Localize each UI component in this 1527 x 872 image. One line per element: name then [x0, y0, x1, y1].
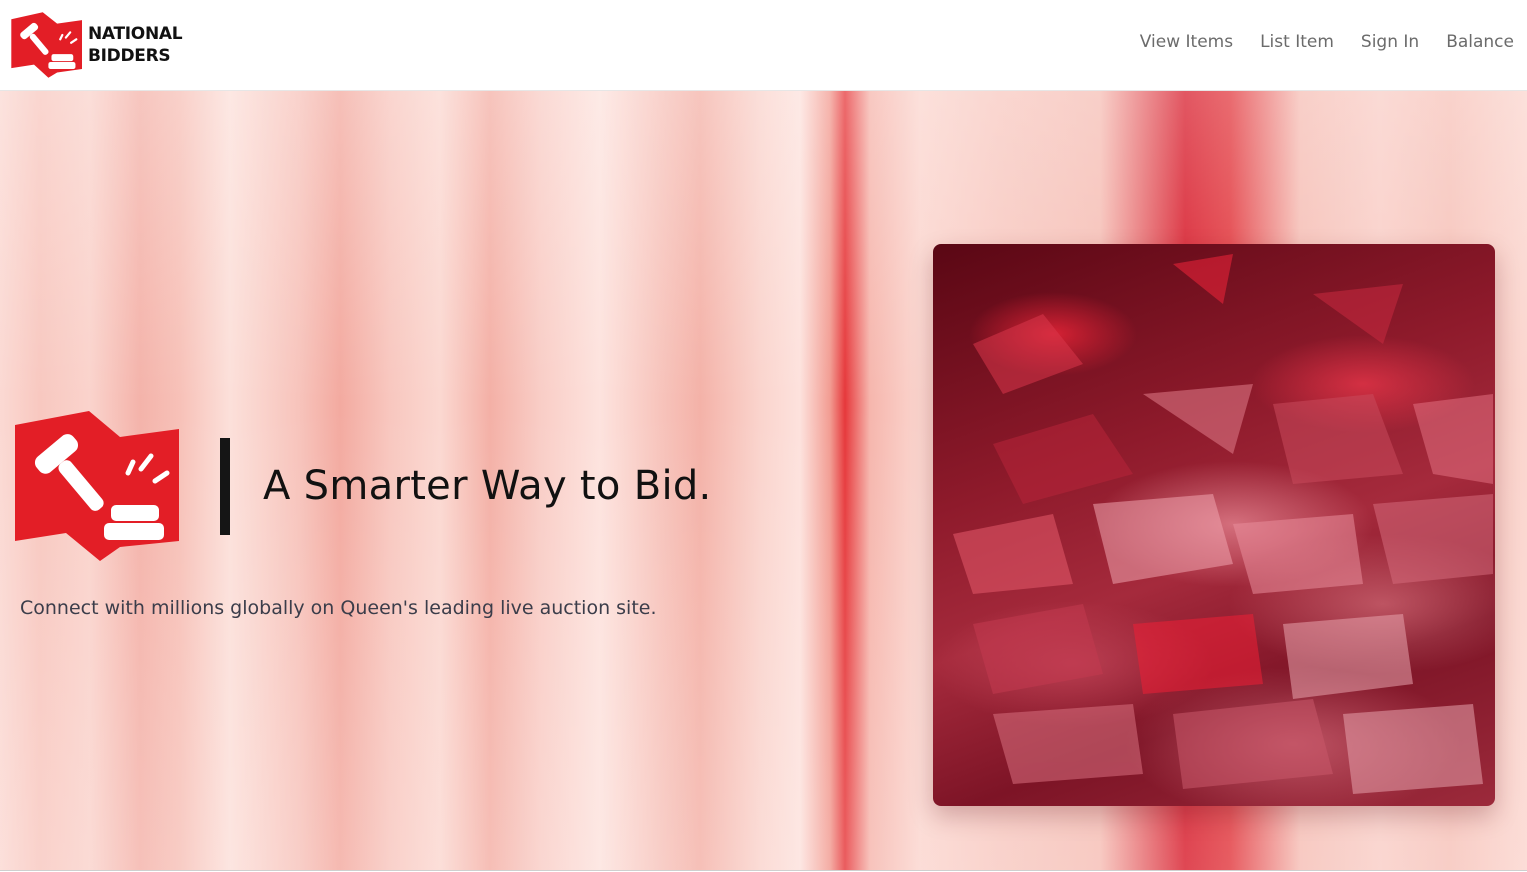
gavel-icon — [15, 411, 179, 561]
brand-name-line2: BIDDERS — [88, 46, 171, 66]
nav-list-item[interactable]: List Item — [1260, 32, 1334, 52]
hero-section: A Smarter Way to Bid. Connect with milli… — [0, 91, 1527, 871]
navbar: NATIONAL BIDDERS View Items List Item Si… — [0, 0, 1527, 91]
hero-logo — [13, 411, 180, 565]
nav-view-items[interactable]: View Items — [1140, 32, 1233, 52]
brand-logo[interactable]: NATIONAL BIDDERS — [10, 12, 183, 78]
hero-tagline: A Smarter Way to Bid. — [263, 463, 712, 509]
hero-divider — [220, 438, 230, 535]
nav-sign-in[interactable]: Sign In — [1361, 32, 1419, 52]
hero-subtext: Connect with millions globally on Queen'… — [20, 597, 657, 619]
main-nav: View Items List Item Sign In Balance — [1140, 32, 1514, 52]
red-polygon-abstract-image — [953, 254, 1493, 794]
gavel-icon — [11, 12, 82, 78]
brand-name-line1: NATIONAL — [88, 24, 183, 44]
nav-balance[interactable]: Balance — [1446, 32, 1514, 52]
hero-image — [933, 244, 1495, 806]
brand-name: NATIONAL BIDDERS — [88, 23, 183, 67]
